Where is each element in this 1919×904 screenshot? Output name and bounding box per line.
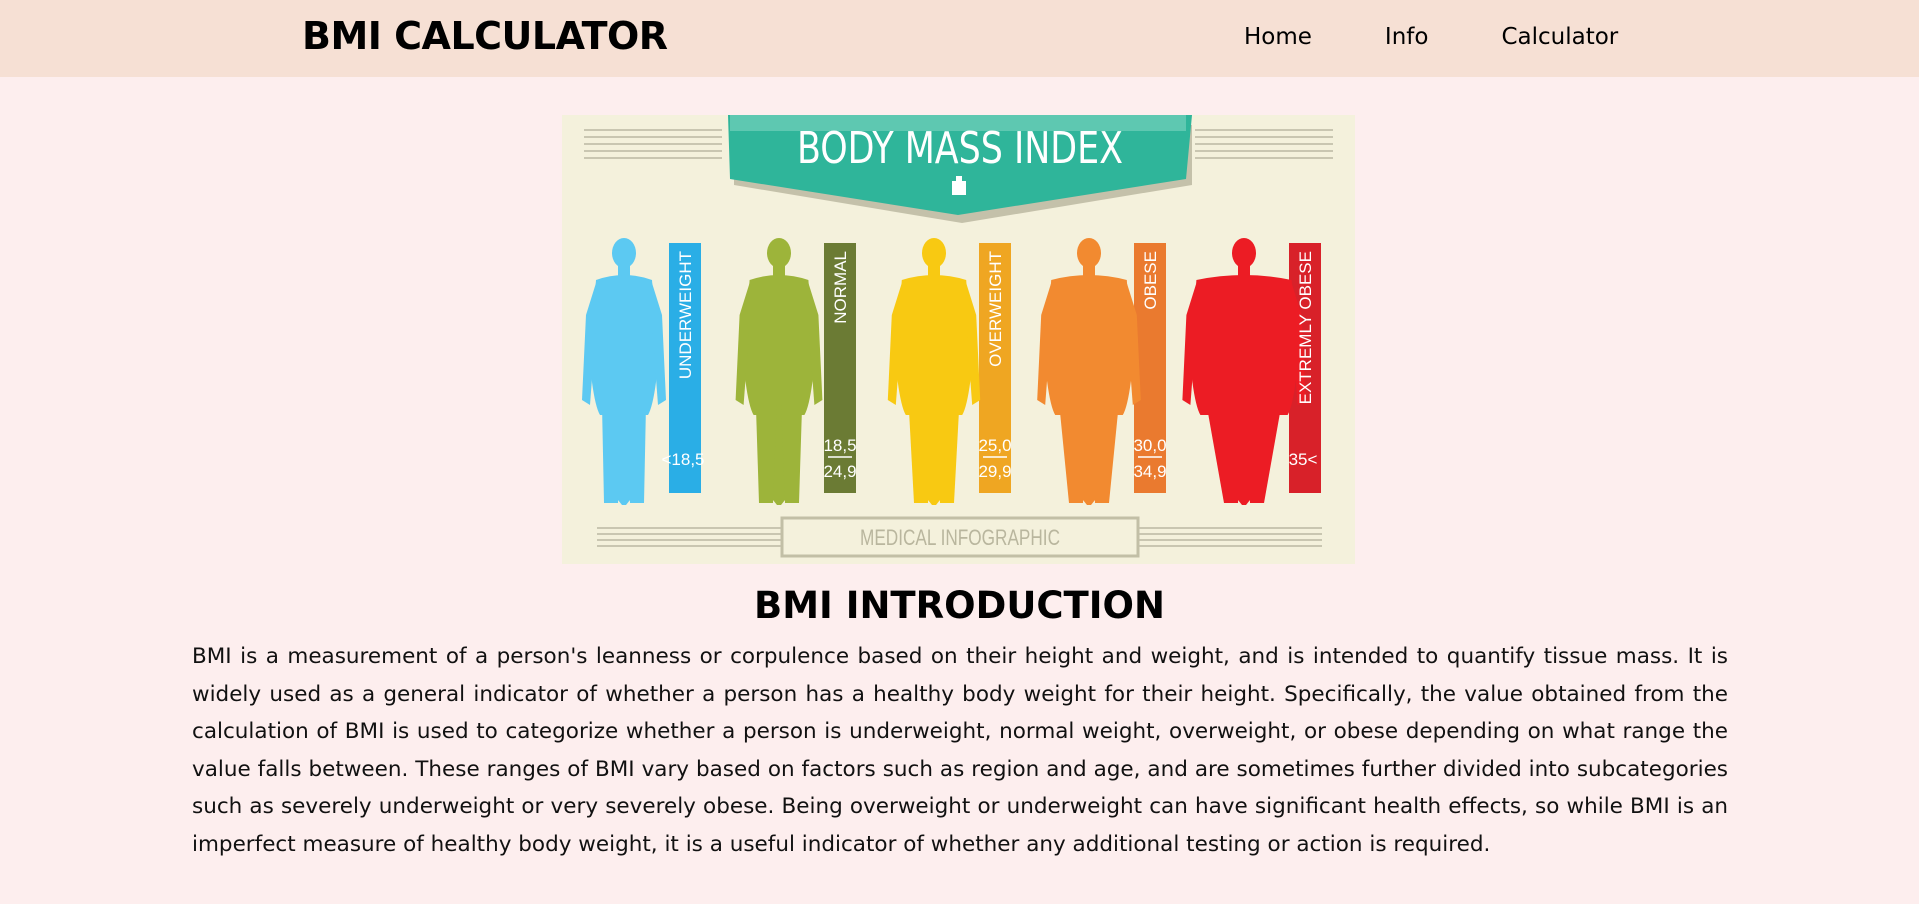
category-label: EXTREMLY OBESE — [1296, 251, 1315, 404]
nav-home-link[interactable]: Home — [1244, 24, 1312, 50]
range-bottom-value: 24,9 — [823, 462, 856, 481]
range-bottom-value: 29,9 — [978, 462, 1011, 481]
infographic-footer: MEDICAL INFOGRAPHIC — [860, 525, 1060, 550]
range-top-value: 25,0 — [978, 436, 1011, 455]
bmi-infographic: BODY MASS INDEX UNDERWEIGHT <18,5 NORMAL 18… — [562, 115, 1355, 564]
range-bottom-value: 34,9 — [1133, 462, 1166, 481]
brand-title[interactable]: BMI CALCULATOR — [302, 14, 668, 58]
intro-title: BMI INTRODUCTION — [754, 584, 1165, 627]
range-top-value: 18,5 — [823, 436, 856, 455]
range-value: 35< — [1289, 450, 1318, 469]
navbar: BMI CALCULATOR Home Info Calculator — [0, 0, 1919, 77]
nav-calculator-link[interactable]: Calculator — [1501, 24, 1618, 50]
intro-paragraph: BMI is a measurement of a person's leann… — [192, 644, 1728, 857]
nav-links: Home Info Calculator — [1244, 24, 1691, 50]
infographic-title: BODY MASS INDEX — [797, 123, 1123, 174]
range-value: <18,5 — [661, 450, 704, 469]
nav-info-link[interactable]: Info — [1385, 24, 1429, 50]
category-label: OBESE — [1141, 251, 1160, 310]
category-label: NORMAL — [831, 251, 850, 324]
category-label: OVERWEIGHT — [986, 251, 1005, 367]
category-label: UNDERWEIGHT — [676, 251, 695, 379]
range-top-value: 30,0 — [1133, 436, 1166, 455]
